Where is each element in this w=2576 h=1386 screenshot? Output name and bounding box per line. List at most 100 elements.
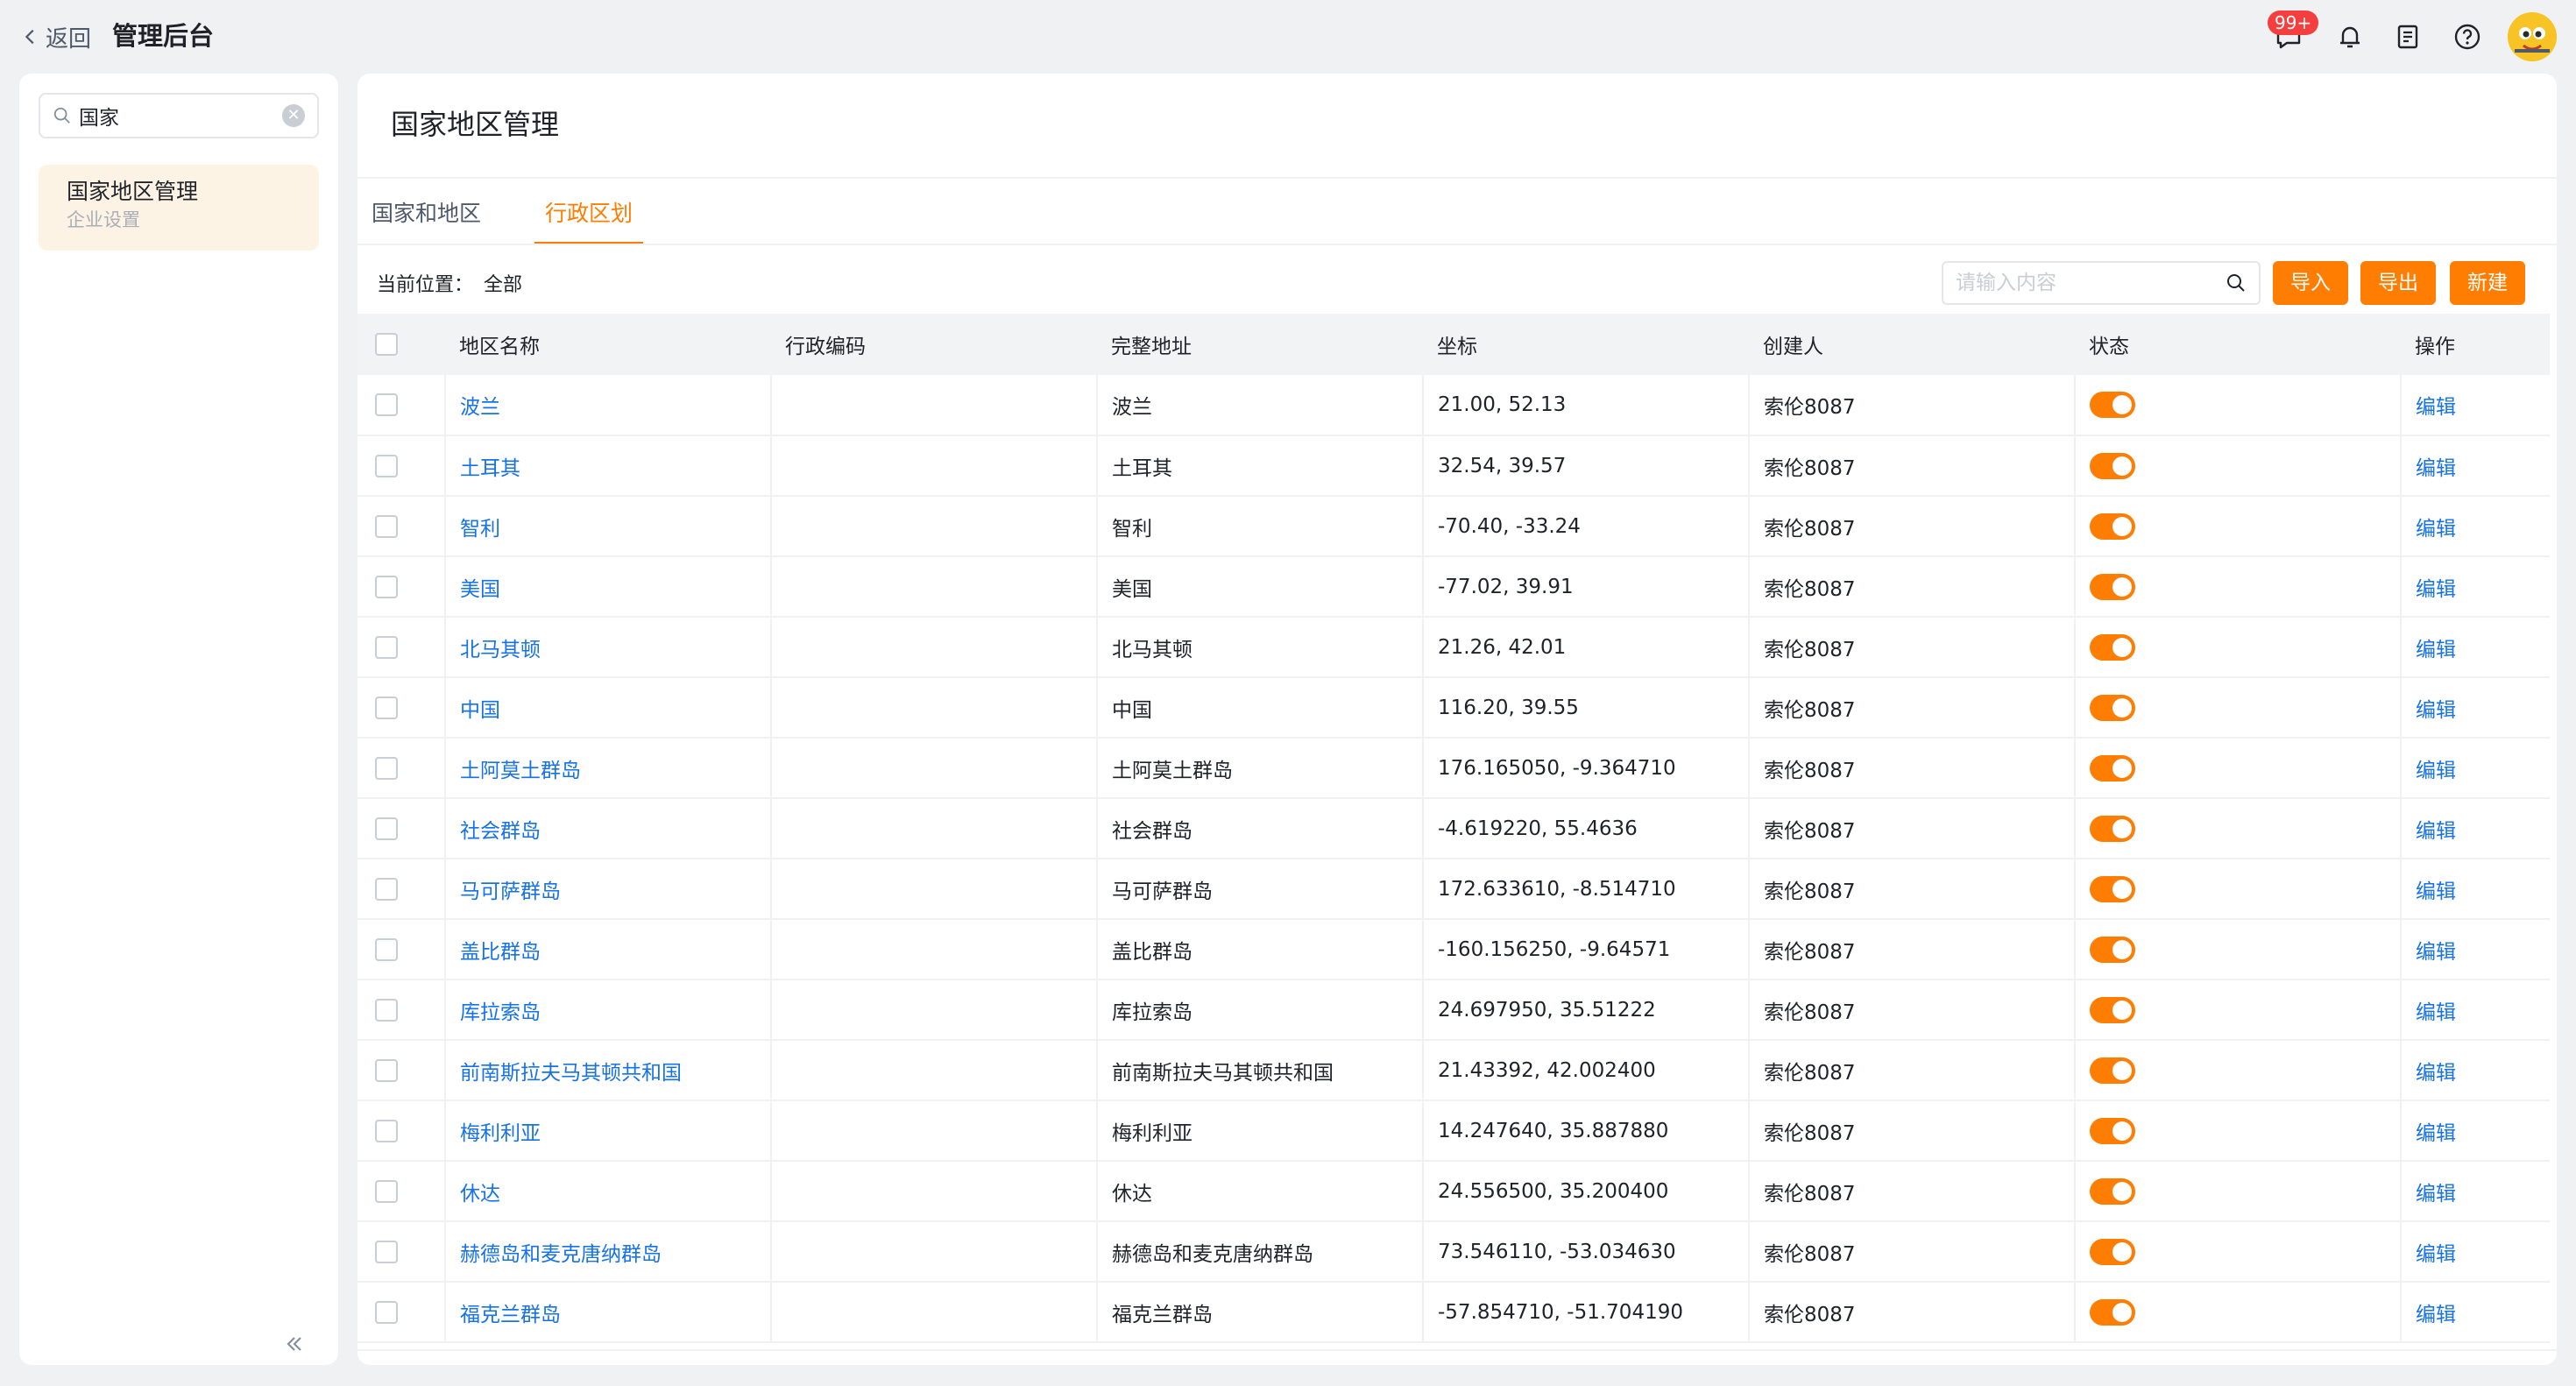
breadcrumb: 当前位置： 全部 — [377, 268, 522, 303]
status-toggle[interactable] — [2090, 694, 2135, 721]
admin-code-cell — [770, 375, 1097, 436]
column-header: 完整地址 — [1111, 336, 1192, 358]
row-checkbox[interactable] — [375, 1058, 398, 1082]
row-checkbox[interactable] — [375, 635, 398, 659]
coordinates-cell: 21.00, 52.13 — [1422, 375, 1749, 436]
status-toggle[interactable] — [2090, 1238, 2135, 1265]
row-checkbox[interactable] — [375, 514, 398, 538]
collapse-icon[interactable] — [282, 1332, 307, 1356]
edit-link[interactable]: 编辑 — [2416, 941, 2456, 964]
sidebar: ✕ 国家地区管理 企业设置 — [19, 74, 338, 1365]
coordinates-cell: -4.619220, 55.4636 — [1422, 798, 1749, 859]
clear-icon[interactable]: ✕ — [282, 104, 305, 127]
select-all-checkbox[interactable] — [375, 333, 398, 357]
row-checkbox[interactable] — [375, 393, 398, 417]
edit-link[interactable]: 编辑 — [2416, 760, 2456, 782]
status-toggle[interactable] — [2090, 815, 2135, 842]
row-checkbox[interactable] — [375, 817, 398, 840]
region-name-link[interactable]: 中国 — [460, 699, 500, 722]
region-name-link[interactable]: 智利 — [460, 518, 500, 541]
edit-link[interactable]: 编辑 — [2416, 1122, 2456, 1145]
edit-link[interactable]: 编辑 — [2416, 1183, 2456, 1206]
region-name-link[interactable]: 马可萨群岛 — [460, 880, 561, 903]
app-title: 管理后台 — [112, 21, 215, 51]
row-checkbox[interactable] — [375, 575, 398, 598]
full-address-cell: 社会群岛 — [1096, 798, 1423, 859]
row-checkbox[interactable] — [375, 1179, 398, 1203]
import-button[interactable]: 导入 — [2273, 261, 2348, 305]
region-name-cell: 马可萨群岛 — [444, 859, 771, 920]
admin-code-cell — [770, 496, 1097, 557]
select-all-cell — [357, 314, 445, 375]
status-toggle[interactable] — [2090, 513, 2135, 540]
tab-countries[interactable]: 国家和地区 — [372, 191, 481, 237]
edit-link[interactable]: 编辑 — [2416, 699, 2456, 722]
sidebar-search[interactable]: ✕ — [39, 93, 319, 138]
avatar[interactable] — [2508, 12, 2557, 61]
edit-link[interactable]: 编辑 — [2416, 1062, 2456, 1085]
tab-divisions[interactable]: 行政区划 — [534, 191, 643, 245]
region-name-cell: 波兰 — [444, 375, 771, 436]
status-toggle[interactable] — [2090, 996, 2135, 1023]
region-name-link[interactable]: 库拉索岛 — [460, 1001, 541, 1024]
region-name-link[interactable]: 美国 — [460, 578, 500, 601]
status-toggle[interactable] — [2090, 1057, 2135, 1084]
region-name-link[interactable]: 赫德岛和麦克唐纳群岛 — [460, 1243, 662, 1266]
region-name-link[interactable]: 土耳其 — [460, 457, 520, 480]
coordinates-cell: 24.697950, 35.51222 — [1422, 979, 1749, 1041]
status-toggle[interactable] — [2090, 875, 2135, 902]
coordinates-cell: 176.165050, -9.364710 — [1422, 738, 1749, 799]
row-checkbox[interactable] — [375, 756, 398, 780]
export-button[interactable]: 导出 — [2360, 261, 2436, 305]
region-name-link[interactable]: 波兰 — [460, 396, 500, 419]
row-checkbox[interactable] — [375, 998, 398, 1022]
notification-button[interactable] — [2332, 19, 2367, 54]
region-name-link[interactable]: 盖比群岛 — [460, 941, 541, 964]
new-button[interactable]: 新建 — [2450, 261, 2525, 305]
table-search[interactable] — [1942, 261, 2261, 305]
row-checkbox[interactable] — [375, 454, 398, 477]
status-toggle[interactable] — [2090, 573, 2135, 600]
edit-link[interactable]: 编辑 — [2416, 880, 2456, 903]
row-checkbox[interactable] — [375, 1119, 398, 1142]
region-name-link[interactable]: 北马其顿 — [460, 639, 541, 661]
region-name-link[interactable]: 福克兰群岛 — [460, 1304, 561, 1326]
region-name-link[interactable]: 前南斯拉夫马其顿共和国 — [460, 1062, 682, 1085]
region-name-link[interactable]: 土阿莫土群岛 — [460, 760, 581, 782]
region-name-link[interactable]: 社会群岛 — [460, 820, 541, 843]
admin-code-cell — [770, 617, 1097, 678]
status-toggle[interactable] — [2090, 1298, 2135, 1326]
region-name-link[interactable]: 梅利利亚 — [460, 1122, 541, 1145]
edit-link[interactable]: 编辑 — [2416, 396, 2456, 419]
table-search-input[interactable] — [1956, 272, 2226, 294]
sidebar-search-input[interactable] — [79, 104, 275, 127]
edit-link[interactable]: 编辑 — [2416, 457, 2456, 480]
sidebar-item-country-region[interactable]: 国家地区管理 企业设置 — [39, 165, 319, 251]
status-toggle[interactable] — [2090, 452, 2135, 479]
edit-link[interactable]: 编辑 — [2416, 1001, 2456, 1024]
row-checkbox[interactable] — [375, 937, 398, 961]
status-toggle[interactable] — [2090, 633, 2135, 661]
status-toggle[interactable] — [2090, 754, 2135, 781]
help-button[interactable] — [2450, 19, 2485, 54]
edit-link[interactable]: 编辑 — [2416, 1243, 2456, 1266]
search-icon[interactable] — [2226, 272, 2247, 293]
edit-link[interactable]: 编辑 — [2416, 578, 2456, 601]
creator-cell: 索伦8087 — [1748, 1040, 2075, 1101]
edit-link[interactable]: 编辑 — [2416, 1304, 2456, 1326]
region-name-link[interactable]: 休达 — [460, 1183, 500, 1206]
document-button[interactable] — [2390, 19, 2425, 54]
back-button[interactable]: 返回 — [21, 19, 91, 54]
edit-link[interactable]: 编辑 — [2416, 820, 2456, 843]
edit-link[interactable]: 编辑 — [2416, 639, 2456, 661]
status-toggle[interactable] — [2090, 392, 2135, 418]
status-toggle[interactable] — [2090, 1117, 2135, 1144]
status-toggle[interactable] — [2090, 936, 2135, 963]
row-checkbox[interactable] — [375, 696, 398, 719]
region-name-cell: 赫德岛和麦克唐纳群岛 — [444, 1221, 771, 1283]
status-toggle[interactable] — [2090, 1177, 2135, 1205]
row-checkbox[interactable] — [375, 1300, 398, 1324]
row-checkbox[interactable] — [375, 1240, 398, 1263]
edit-link[interactable]: 编辑 — [2416, 518, 2456, 541]
row-checkbox[interactable] — [375, 877, 398, 901]
